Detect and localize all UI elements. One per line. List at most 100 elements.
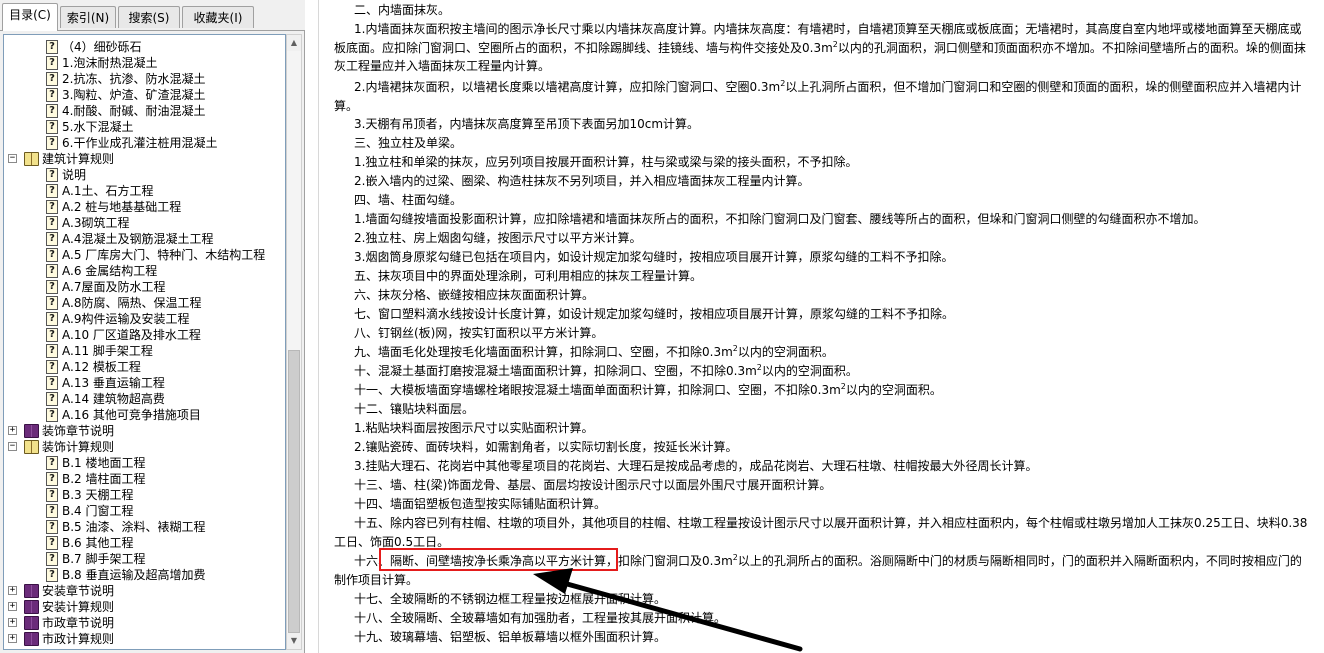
tree-item[interactable]: − 装饰计算规则: [4, 439, 284, 455]
tree-item[interactable]: ? A.5 厂库房大门、特种门、木结构工程: [4, 247, 284, 263]
tree-item[interactable]: ? A.13 垂直运输工程: [4, 375, 284, 391]
tree-item[interactable]: + 市政计算规则: [4, 631, 284, 647]
tree-item-label: 4.耐酸、耐碱、耐油混凝土: [62, 104, 206, 118]
tree-item[interactable]: − 建筑计算规则: [4, 151, 284, 167]
tree-item[interactable]: ? A.11 脚手架工程: [4, 343, 284, 359]
tree-item[interactable]: + 安装计算规则: [4, 599, 284, 615]
tree-item[interactable]: ? 6.干作业成孔灌注桩用混凝土: [4, 135, 284, 151]
tree-item[interactable]: ? B.5 油漆、涂料、裱糊工程: [4, 519, 284, 535]
tree-item-label: 建筑计算规则: [42, 152, 115, 166]
tree-item[interactable]: ? B.3 天棚工程: [4, 487, 284, 503]
tree-item-label: 3.陶粒、炉渣、矿渣混凝土: [62, 88, 206, 102]
tree-item[interactable]: ? 4.耐酸、耐碱、耐油混凝土: [4, 103, 284, 119]
help-page-icon: ?: [46, 56, 58, 70]
tree-item-label: A.2 桩与地基基础工程: [62, 200, 182, 214]
closed-book-icon: [24, 600, 39, 614]
content-paragraph: 十八、全玻隔断、全玻幕墙如有加强肋者，工程量按其展开面积计算。: [354, 611, 727, 625]
tree-item[interactable]: ? B.7 脚手架工程: [4, 551, 284, 567]
tab-contents[interactable]: 目录(C): [2, 3, 58, 31]
help-page-icon: ?: [46, 344, 58, 358]
content-paragraph: 七、窗口塑料滴水线按设计长度计算，如设计规定加浆勾缝时，按相应项目展开计算，原浆…: [354, 307, 955, 321]
contents-tree[interactable]: ? （4）细砂砾石? 1.泡沫耐热混凝土? 2.抗冻、抗渗、防水混凝土? 3.陶粒、炉渣…: [3, 34, 286, 650]
scroll-down-arrow[interactable]: ▼: [287, 633, 301, 649]
help-page-icon: ?: [46, 120, 58, 134]
collapse-icon[interactable]: −: [8, 442, 17, 451]
tree-item-label: B.1 楼地面工程: [62, 456, 146, 470]
help-page-icon: ?: [46, 72, 58, 86]
collapse-icon[interactable]: −: [8, 154, 17, 163]
tree-item[interactable]: + 安装章节说明: [4, 583, 284, 599]
tree-item[interactable]: ? A.14 建筑物超高费: [4, 391, 284, 407]
tree-item[interactable]: ? A.6 金属结构工程: [4, 263, 284, 279]
tree-item-label: 2.抗冻、抗渗、防水混凝土: [62, 72, 206, 86]
help-page-icon: ?: [46, 168, 58, 182]
tree-item[interactable]: ? （4）细砂砾石: [4, 39, 284, 55]
tree-item[interactable]: ? B.8 垂直运输及超高增加费: [4, 567, 284, 583]
open-book-icon: [24, 440, 39, 454]
tree-item[interactable]: ? A.9构件运输及安装工程: [4, 311, 284, 327]
tree-item[interactable]: ? A.12 模板工程: [4, 359, 284, 375]
expand-icon[interactable]: +: [8, 426, 17, 435]
help-page-icon: ?: [46, 136, 58, 150]
tree-item[interactable]: ? A.2 桩与地基基础工程: [4, 199, 284, 215]
tab-index[interactable]: 索引(N): [60, 6, 116, 28]
help-page-icon: ?: [46, 520, 58, 534]
expand-icon[interactable]: +: [8, 618, 17, 627]
expand-icon[interactable]: +: [8, 602, 17, 611]
expand-icon[interactable]: +: [8, 634, 17, 643]
tree-item[interactable]: ? A.4混凝土及钢筋混凝土工程: [4, 231, 284, 247]
content-paragraph: 八、钉钢丝(板)网，按实钉面积以平方米计算。: [354, 326, 604, 340]
content-paragraph: 十九、玻璃幕墙、铝塑板、铝单板幕墙以框外围面积计算。: [354, 630, 667, 644]
help-page-icon: ?: [46, 552, 58, 566]
help-page-icon: ?: [46, 184, 58, 198]
tree-item[interactable]: ? B.2 墙柱面工程: [4, 471, 284, 487]
tree-item[interactable]: ? 5.水下混凝土: [4, 119, 284, 135]
help-page-icon: ?: [46, 40, 58, 54]
content-paragraph: 五、抹灰项目中的界面处理涂刷，可利用相应的抹灰工程量计算。: [354, 269, 703, 283]
tree-scrollbar[interactable]: ▲ ▼: [286, 34, 302, 650]
tab-favorites[interactable]: 收藏夹(I): [182, 6, 254, 28]
tree-item[interactable]: ? A.8防腐、隔热、保温工程: [4, 295, 284, 311]
help-page-icon: ?: [46, 200, 58, 214]
scroll-thumb[interactable]: [288, 350, 300, 633]
tree-item-label: A.6 金属结构工程: [62, 264, 158, 278]
content-paragraph: 十三、墙、柱(梁)饰面龙骨、基层、面层均按设计图示尺寸以面层外围尺寸展开面积计算…: [354, 478, 832, 492]
tree-item[interactable]: ? B.1 楼地面工程: [4, 455, 284, 471]
tree-item[interactable]: ? 1.泡沫耐热混凝土: [4, 55, 284, 71]
content-paragraph: 1.内墙面抹灰面积按主墙间的图示净长尺寸乘以内墙抹灰高度计算。内墙抹灰高度：有墙…: [334, 22, 1306, 74]
content-paragraph: 3.挂贴大理石、花岗岩中其他零星项目的花岗岩、大理石是按成品考虑的，成品花岗岩、…: [354, 459, 1038, 473]
pane-splitter[interactable]: [318, 0, 319, 653]
content-paragraph: 2.内墙裙抹灰面积，以墙裙长度乘以墙裙高度计算，应扣除门窗洞口、空圈0.3m2以…: [334, 79, 1302, 113]
tree-item[interactable]: ? B.6 其他工程: [4, 535, 284, 551]
tree-item[interactable]: + 装饰章节说明: [4, 423, 284, 439]
tree-item-label: B.2 墙柱面工程: [62, 472, 146, 486]
closed-book-icon: [24, 632, 39, 646]
nav-tabbar: 目录(C) 索引(N) 搜索(S) 收藏夹(I): [0, 0, 305, 31]
help-page-icon: ?: [46, 408, 58, 422]
tree-item-label: B.5 油漆、涂料、裱糊工程: [62, 520, 206, 534]
tree-item[interactable]: ? B.4 门窗工程: [4, 503, 284, 519]
tab-search[interactable]: 搜索(S): [118, 6, 180, 28]
tree-item-label: 6.干作业成孔灌注桩用混凝土: [62, 136, 218, 150]
content-paragraph: 九、墙面毛化处理按毛化墙面面积计算，扣除洞口、空圈，不扣除0.3m2以内的空洞面…: [354, 344, 834, 360]
help-page-icon: ?: [46, 216, 58, 230]
tree-item[interactable]: ? A.16 其他可竞争措施项目: [4, 407, 284, 423]
tree-item-label: A.14 建筑物超高费: [62, 392, 165, 406]
tree-item[interactable]: ? A.1土、石方工程: [4, 183, 284, 199]
expand-icon[interactable]: +: [8, 586, 17, 595]
scroll-up-arrow[interactable]: ▲: [287, 35, 301, 51]
closed-book-icon: [24, 424, 39, 438]
content-paragraph: 1.墙面勾缝按墙面投影面积计算，应扣除墙裙和墙面抹灰所占的面积，不扣除门窗洞口及…: [354, 212, 1206, 226]
highlight-box: [379, 548, 618, 571]
tree-item[interactable]: ? 3.陶粒、炉渣、矿渣混凝土: [4, 87, 284, 103]
tree-item-label: 市政章节说明: [42, 616, 115, 630]
tree-item[interactable]: ? A.7屋面及防水工程: [4, 279, 284, 295]
tree-item[interactable]: ? 说明: [4, 167, 284, 183]
tree-item[interactable]: ? 2.抗冻、抗渗、防水混凝土: [4, 71, 284, 87]
tree-item[interactable]: ? A.3砌筑工程: [4, 215, 284, 231]
tree-item[interactable]: ? A.10 厂区道路及排水工程: [4, 327, 284, 343]
tree-item[interactable]: + 市政章节说明: [4, 615, 284, 631]
tree-item-label: A.5 厂库房大门、特种门、木结构工程: [62, 248, 266, 262]
closed-book-icon: [24, 616, 39, 630]
help-page-icon: ?: [46, 472, 58, 486]
